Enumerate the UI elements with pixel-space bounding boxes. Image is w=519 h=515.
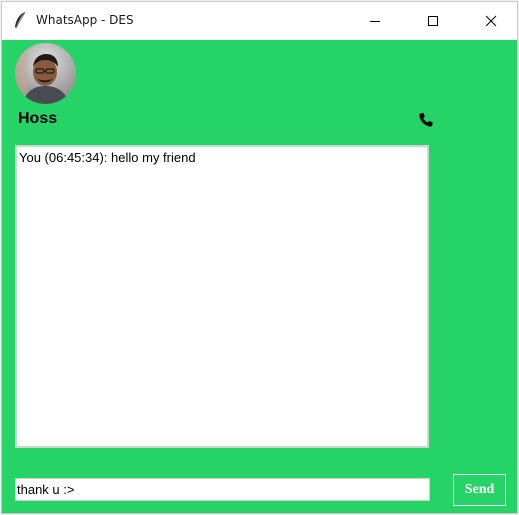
window-title: WhatsApp - DES bbox=[36, 13, 134, 27]
chat-window-body: Hoss You (06:45:34): hello my friend Sen… bbox=[2, 40, 517, 513]
minimize-icon bbox=[370, 21, 380, 22]
message-input[interactable] bbox=[15, 478, 430, 501]
avatar bbox=[15, 43, 76, 104]
maximize-button[interactable] bbox=[410, 2, 456, 40]
chat-history[interactable]: You (06:45:34): hello my friend bbox=[15, 145, 429, 448]
app-window: WhatsApp - DES Hoss You (06:45:34): hell… bbox=[1, 1, 518, 514]
close-icon bbox=[485, 15, 497, 27]
phone-icon[interactable] bbox=[418, 112, 434, 128]
close-button[interactable] bbox=[468, 2, 514, 40]
avatar-photo bbox=[15, 43, 76, 104]
chat-message: You (06:45:34): hello my friend bbox=[19, 150, 196, 165]
maximize-icon bbox=[428, 16, 438, 26]
feather-icon bbox=[15, 11, 26, 29]
minimize-button[interactable] bbox=[352, 2, 398, 40]
send-button[interactable]: Send bbox=[453, 474, 506, 506]
title-bar[interactable]: WhatsApp - DES bbox=[2, 2, 517, 40]
contact-name: Hoss bbox=[18, 110, 58, 127]
